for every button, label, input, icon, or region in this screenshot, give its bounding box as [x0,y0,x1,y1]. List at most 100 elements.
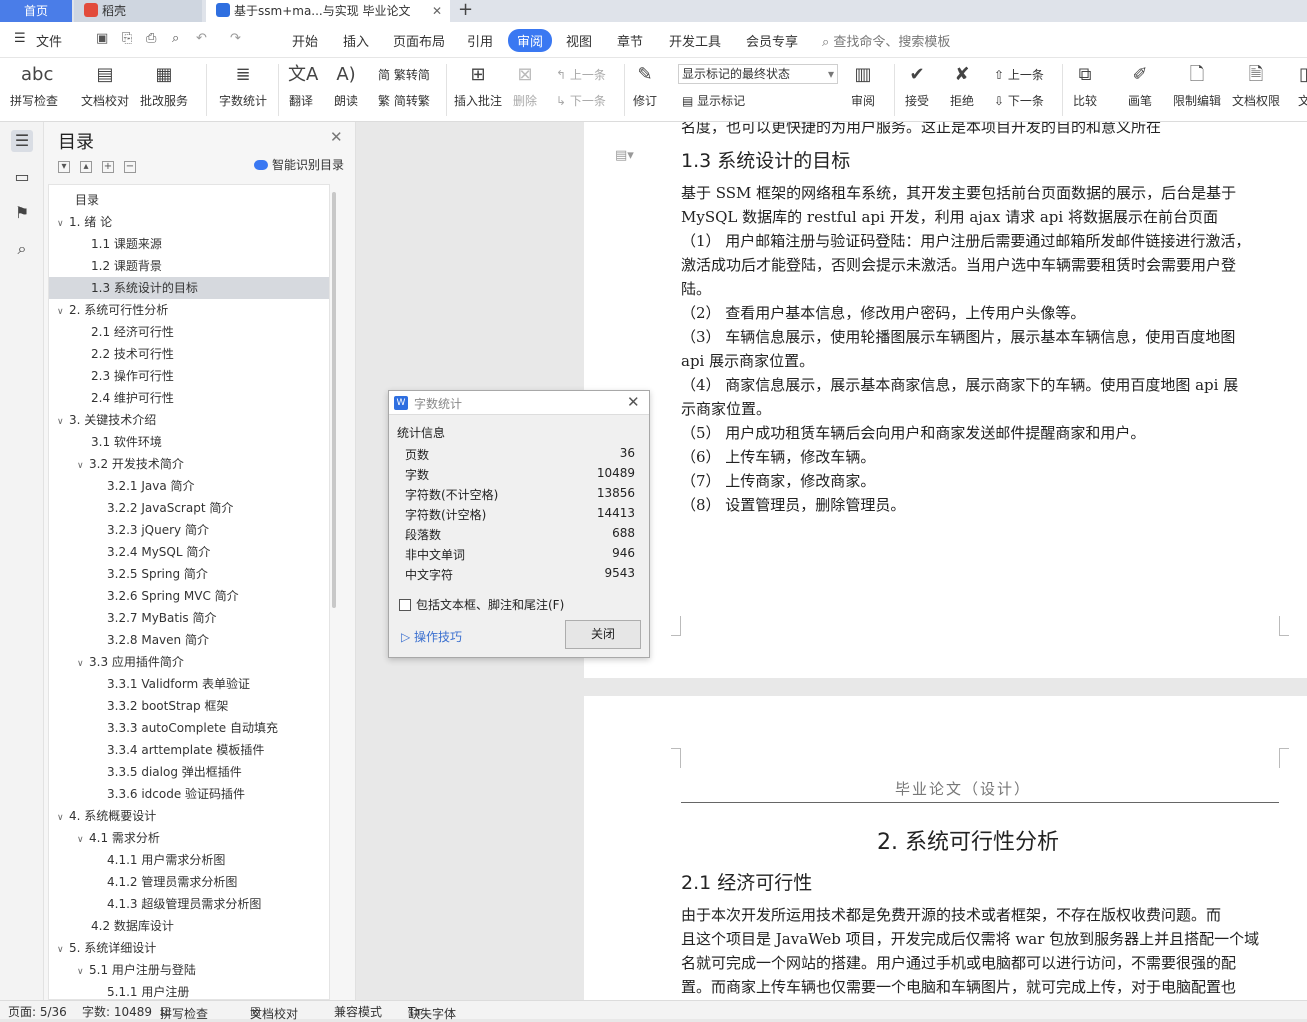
close-icon[interactable]: ✕ [330,128,343,146]
chevron-down-icon[interactable]: ∨ [57,807,69,829]
toc-item[interactable]: 3.2.3 jQuery 简介 [49,519,329,541]
toc-item[interactable]: 4.1.1 用户需求分析图 [49,849,329,871]
collapse-icon[interactable]: ▾ [58,161,70,173]
toc-item[interactable]: 1.1 课题来源 [49,233,329,255]
prev-comment-button[interactable]: ↰ 上一条 [556,66,606,83]
menu-file[interactable]: 文件 [36,31,62,50]
undo-icon[interactable]: ↶ [196,31,207,46]
expand-icon[interactable]: ▴ [80,161,92,173]
menu-devtools[interactable]: 开发工具 [669,31,721,50]
prev-change-button[interactable]: ⇧ 上一条 [994,66,1044,83]
bookmark-icon[interactable]: ⚑ [11,202,33,224]
status-words[interactable]: 字数: 10489 [82,1003,152,1020]
reject-button[interactable]: ✘ 拒绝 [949,62,975,109]
pen-button[interactable]: ✐ 画笔 [1127,62,1153,109]
export-icon[interactable]: ⎘ [122,31,132,46]
preview-icon[interactable]: ⌕ [172,31,179,46]
toc-item[interactable]: 4.1.2 管理员需求分析图 [49,871,329,893]
tab-document[interactable]: 基于ssm+ma...与实现 毕业论文 ✕ [206,0,450,22]
print-icon[interactable]: ⎙ [146,31,156,46]
toc-item[interactable]: 3.2.5 Spring 简介 [49,563,329,585]
close-button[interactable]: 关闭 [565,620,641,649]
chevron-down-icon[interactable]: ∨ [57,411,69,433]
page-options-icon[interactable]: ▤▾ [615,148,634,163]
toc-item[interactable]: 3.2.7 MyBatis 简介 [49,607,329,629]
toc-panel-icon[interactable]: ☰ [11,130,33,152]
restrict-edit-button[interactable]: 🗋 限制编辑 [1173,62,1221,109]
save-icon[interactable]: ▣ [96,31,108,46]
chevron-down-icon[interactable]: ∨ [77,961,89,983]
accept-button[interactable]: ✔ 接受 [904,62,930,109]
toc-item[interactable]: ∨ 3.2 开发技术简介 [49,453,329,475]
toc-item[interactable]: 3.2.4 MySQL 简介 [49,541,329,563]
toc-item[interactable]: 3.2.1 Java 简介 [49,475,329,497]
toc-item[interactable]: ∨ 5.1 用户注册与登陆 [49,959,329,981]
chevron-down-icon[interactable]: ∨ [57,213,69,235]
menu-view[interactable]: 视图 [566,31,592,50]
spell-check-button[interactable]: abc 拼写检查 [10,62,58,109]
toc-item[interactable]: 3.3.3 autoComplete 自动填充 [49,717,329,739]
next-comment-button[interactable]: ↳ 下一条 [556,92,606,109]
menu-member[interactable]: 会员专享 [746,31,798,50]
toc-item[interactable]: ∨ 1. 绪 论 [49,211,329,233]
toc-item[interactable]: ∨ 5. 系统详细设计 [49,937,329,959]
new-tab-button[interactable]: + [458,0,473,20]
tab-docer[interactable]: 稻壳 [74,0,202,22]
trad-to-simp-button[interactable]: 简 繁转简 [378,66,430,83]
translate-button[interactable]: 文A 翻译 [288,62,318,109]
toc-item[interactable]: 3.1 软件环境 [49,431,329,453]
doc-permission-button[interactable]: 🗎 文档权限 [1232,62,1280,109]
redo-icon[interactable]: ↷ [230,31,241,46]
toc-item[interactable]: 3.2.8 Maven 简介 [49,629,329,651]
menu-insert[interactable]: 插入 [343,31,369,50]
compare-button[interactable]: ⧉ 比较 [1072,62,1098,109]
toc-item[interactable]: 2.3 操作可行性 [49,365,329,387]
show-markup-button[interactable]: ▤ 显示标记 [682,92,745,109]
toc-item[interactable]: ∨ 3. 关键技术介绍 [49,409,329,431]
tips-link[interactable]: ▷ 操作技巧 [401,628,462,645]
read-aloud-button[interactable]: A) 朗读 [333,62,359,109]
menu-start[interactable]: 开始 [292,31,318,50]
toc-item[interactable]: 目录 [49,189,329,211]
toc-item[interactable]: 3.3.1 Validform 表单验证 [49,673,329,695]
simp-to-trad-button[interactable]: 繁 简转繁 [378,92,430,109]
markup-state-select[interactable]: 显示标记的最终状态 [678,64,838,84]
tab-close-icon[interactable]: ✕ [432,0,442,22]
insert-comment-button[interactable]: ⊞ 插入批注 [454,62,502,109]
menu-review[interactable]: 审阅 [508,29,553,52]
track-changes-button[interactable]: ✎ 修订 [632,62,658,109]
toc-item[interactable]: 3.3.4 arttemplate 模板插件 [49,739,329,761]
annotation-service-button[interactable]: ▦ 批改服务 [140,62,188,109]
add-item-icon[interactable]: + [102,161,114,173]
toc-item[interactable]: 1.2 课题背景 [49,255,329,277]
toc-item[interactable]: 2.4 维护可行性 [49,387,329,409]
find-icon[interactable]: ⌕ [11,238,33,260]
smart-toc-button[interactable]: 智能识别目录 [254,156,344,173]
toc-item[interactable]: ∨ 4. 系统概要设计 [49,805,329,827]
chevron-down-icon[interactable]: ∨ [57,939,69,961]
toc-item[interactable]: 5.1.1 用户注册 [49,981,329,999]
dialog-titlebar[interactable]: W 字数统计 ✕ [389,391,649,415]
more-ribbon-button[interactable]: ▯ 文 [1291,62,1307,109]
doc-proof-button[interactable]: ▤ 文档校对 [81,62,129,109]
menu-reference[interactable]: 引用 [467,31,493,50]
tab-home[interactable]: 首页 [0,0,72,22]
menu-layout[interactable]: 页面布局 [393,31,445,50]
chevron-down-icon[interactable]: ∨ [77,455,89,477]
remove-item-icon[interactable]: − [124,161,136,173]
chevron-down-icon[interactable]: ∨ [77,829,89,851]
toc-item[interactable]: 2.1 经济可行性 [49,321,329,343]
status-page[interactable]: 页面: 5/36 [8,1003,67,1020]
checkbox-box[interactable] [399,599,411,611]
chevron-down-icon[interactable]: ∨ [77,653,89,675]
toc-item[interactable]: ∨ 4.1 需求分析 [49,827,329,849]
toc-scrollbar[interactable] [332,192,336,608]
toc-item[interactable]: 3.3.5 dialog 弹出框插件 [49,761,329,783]
hamburger-icon[interactable]: ☰ [14,31,26,46]
chevron-down-icon[interactable]: ∨ [57,301,69,323]
word-count-button[interactable]: ≣ 字数统计 [219,62,267,109]
delete-comment-button[interactable]: ⊠ 删除 [512,62,538,109]
toc-item[interactable]: 3.2.2 JavaScrapt 简介 [49,497,329,519]
toc-item[interactable]: 2.2 技术可行性 [49,343,329,365]
toc-item[interactable]: 1.3 系统设计的目标 [49,277,329,299]
